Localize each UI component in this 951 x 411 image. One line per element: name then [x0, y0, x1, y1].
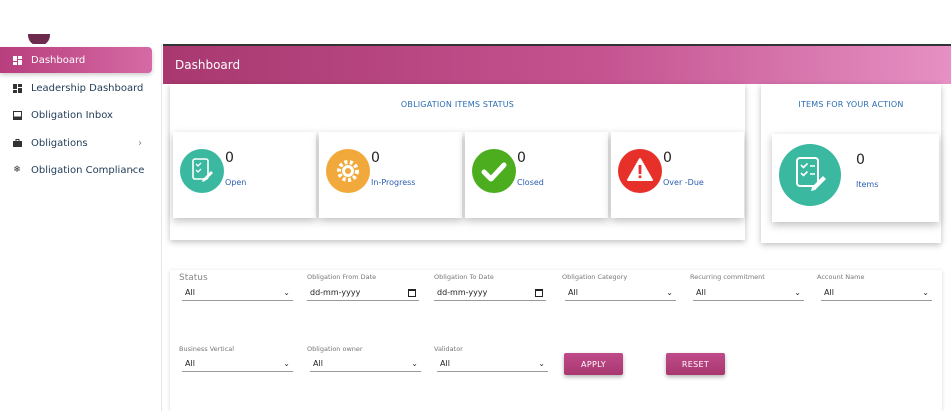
sidebar-item-label: Leadership Dashboard	[31, 82, 144, 94]
inbox-icon	[12, 110, 22, 120]
top-bar	[0, 0, 951, 44]
sidebar-item-obligation-compliance[interactable]: ❄ Obligation Compliance ›	[0, 157, 152, 183]
briefcase-icon	[12, 138, 22, 148]
sidebar-item-label: Dashboard	[31, 54, 86, 66]
date-placeholder: dd-mm-yyyy	[437, 288, 488, 297]
select-value: All	[185, 288, 195, 297]
recurring-label: Recurring commitment	[690, 273, 765, 281]
action-items-card: ITEMS FOR YOUR ACTION 0 Items	[761, 84, 941, 243]
select-value: All	[696, 288, 706, 297]
sidebar-item-dashboard[interactable]: Dashboard	[0, 47, 152, 73]
dashboard-grid-icon	[12, 55, 22, 65]
calendar-icon[interactable]	[535, 288, 543, 297]
stat-value: 0	[517, 150, 526, 166]
stat-items[interactable]: 0 Items	[772, 134, 939, 222]
chevron-down-icon: ⌄	[794, 288, 801, 297]
checklist-icon	[779, 144, 841, 206]
chevron-down-icon: ⌄	[538, 359, 545, 368]
account-label: Account Name	[817, 273, 865, 281]
stat-value: 0	[663, 150, 672, 166]
stat-label: Open	[225, 178, 247, 187]
stat-open[interactable]: 0 Open	[173, 132, 316, 218]
obligation-status-card: OBLIGATION ITEMS STATUS 0 Open 0 In-Prog…	[170, 84, 745, 240]
select-value: All	[185, 359, 195, 368]
page-header: Dashboard	[163, 44, 951, 84]
to-date-input[interactable]: dd-mm-yyyy	[434, 285, 546, 301]
sidebar-item-label: Obligation Compliance	[31, 164, 145, 176]
card-title: OBLIGATION ITEMS STATUS	[400, 100, 515, 109]
stat-in-progress[interactable]: 0 In-Progress	[319, 132, 462, 218]
chevron-down-icon: ⌄	[666, 288, 673, 297]
sidebar: Dashboard Leadership Dashboard Obligatio…	[0, 44, 162, 411]
to-date-label: Obligation To Date	[434, 273, 494, 281]
stat-label: Closed	[517, 178, 544, 187]
alert-icon	[618, 149, 662, 193]
category-select[interactable]: All ⌄	[565, 285, 676, 301]
validator-label: Validator	[434, 345, 463, 353]
stat-over-due[interactable]: 0 Over -Due	[611, 132, 744, 218]
status-filter-label: Status	[179, 273, 208, 283]
filter-panel: Status All ⌄ Obligation From Date dd-mm-…	[170, 270, 942, 411]
chevron-down-icon: ⌄	[283, 288, 290, 297]
sidebar-item-leadership-dashboard[interactable]: Leadership Dashboard	[0, 75, 152, 101]
validator-select[interactable]: All ⌄	[437, 356, 548, 372]
reset-button[interactable]: RESET	[666, 353, 725, 375]
stat-closed[interactable]: 0 Closed	[465, 132, 608, 218]
page-title: Dashboard	[175, 58, 241, 72]
sidebar-item-obligation-inbox[interactable]: Obligation Inbox	[0, 102, 152, 128]
category-label: Obligation Category	[562, 273, 628, 281]
sidebar-item-obligations[interactable]: Obligations ›	[0, 130, 152, 156]
gear-icon	[326, 149, 370, 193]
stat-value: 0	[371, 150, 380, 166]
card-title: ITEMS FOR YOUR ACTION	[798, 100, 904, 109]
stat-label: Items	[856, 180, 879, 189]
select-value: All	[440, 359, 450, 368]
chevron-right-icon: ›	[130, 164, 134, 176]
recurring-select[interactable]: All ⌄	[693, 285, 804, 301]
date-placeholder: dd-mm-yyyy	[310, 288, 361, 297]
snowflake-icon: ❄	[13, 165, 21, 175]
account-select[interactable]: All ⌄	[821, 285, 932, 301]
stat-value: 0	[225, 150, 234, 166]
check-icon	[472, 149, 516, 193]
chevron-down-icon: ⌄	[411, 359, 418, 368]
sidebar-item-label: Obligation Inbox	[31, 109, 113, 121]
from-date-input[interactable]: dd-mm-yyyy	[307, 285, 419, 301]
stat-label: Over -Due	[663, 178, 704, 187]
from-date-label: Obligation From Date	[307, 273, 377, 281]
status-select[interactable]: All ⌄	[182, 285, 293, 301]
chevron-down-icon: ⌄	[922, 288, 929, 297]
select-value: All	[568, 288, 578, 297]
calendar-icon[interactable]	[408, 288, 416, 297]
select-value: All	[313, 359, 323, 368]
chevron-down-icon: ⌄	[283, 359, 290, 368]
vertical-label: Business Vertical	[179, 345, 235, 353]
sidebar-item-label: Obligations	[31, 137, 88, 149]
stat-label: In-Progress	[371, 178, 416, 187]
dashboard-grid-icon	[12, 83, 22, 93]
owner-select[interactable]: All ⌄	[310, 356, 421, 372]
select-value: All	[824, 288, 834, 297]
owner-label: Obligation owner	[307, 345, 363, 353]
vertical-select[interactable]: All ⌄	[182, 356, 293, 372]
stat-value: 0	[856, 152, 865, 168]
chevron-right-icon: ›	[138, 137, 142, 149]
checklist-icon	[180, 149, 224, 193]
apply-button[interactable]: APPLY	[564, 353, 623, 375]
